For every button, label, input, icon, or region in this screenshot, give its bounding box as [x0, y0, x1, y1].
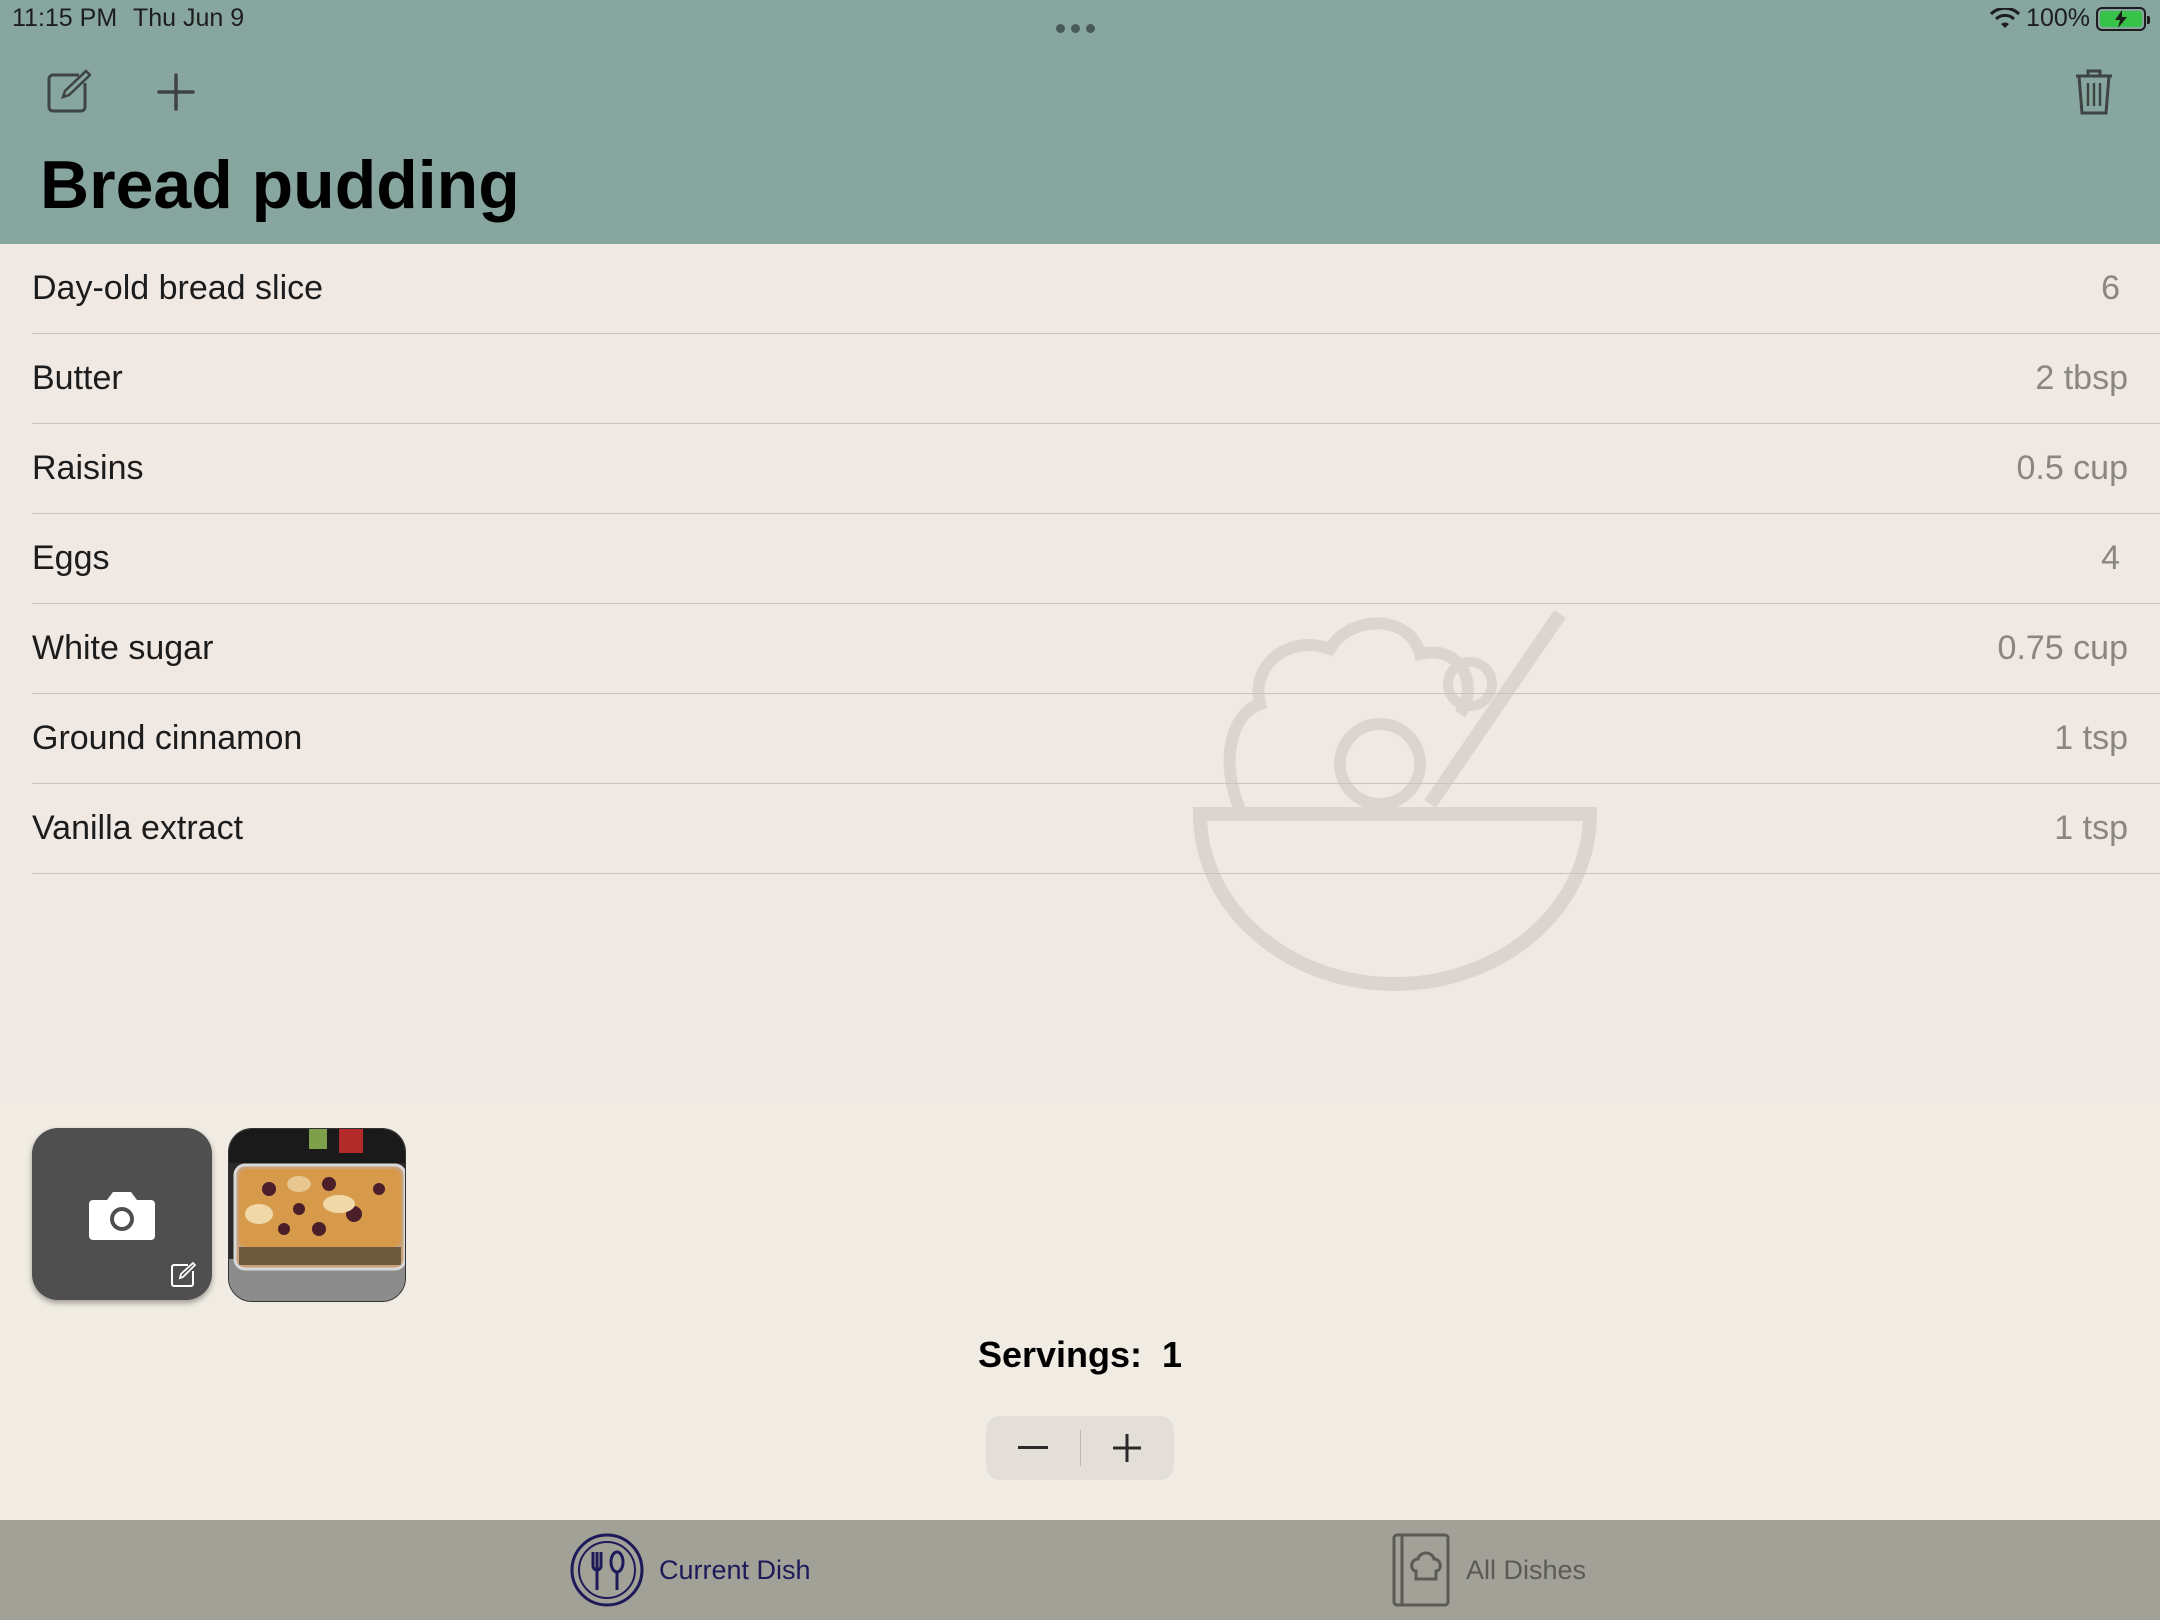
tab-current-dish[interactable]: Current Dish: [569, 1530, 811, 1610]
ingredient-name: Eggs: [32, 539, 110, 577]
utensils-icon: [570, 1533, 644, 1607]
trash-icon: [2076, 69, 2112, 115]
edit-button[interactable]: [38, 62, 98, 122]
multitasking-dots-icon[interactable]: [1056, 20, 1104, 33]
ingredient-row[interactable]: Vanilla extract 1 tsp: [32, 784, 2160, 874]
ingredient-qty: 6: [2101, 269, 2120, 307]
delete-button[interactable]: [2064, 62, 2124, 122]
add-photo-button[interactable]: [32, 1128, 212, 1300]
battery-icon: [2096, 6, 2150, 31]
servings-value: 1: [1162, 1334, 1183, 1375]
minus-icon: [1017, 1446, 1048, 1449]
ingredient-row[interactable]: Raisins 0.5 cup: [32, 424, 2160, 514]
servings-label: Servings:: [977, 1334, 1143, 1375]
header: 11:15 PM Thu Jun 9 100% Bread pudding: [0, 0, 2160, 244]
edit-icon: [171, 1262, 196, 1287]
status-right: 100%: [1990, 4, 2150, 33]
ingredient-qty: 0.75 cup: [1997, 629, 2128, 667]
ingredient-name: Raisins: [32, 449, 144, 487]
page-title: Bread pudding: [40, 147, 520, 223]
ingredient-row[interactable]: Day-old bread slice 6: [32, 244, 2160, 334]
ingredient-qty: 1 tsp: [2054, 719, 2128, 757]
decrement-button[interactable]: [986, 1416, 1080, 1480]
add-button[interactable]: [146, 62, 206, 122]
plus-icon: [157, 73, 195, 111]
ingredient-row[interactable]: Eggs 4: [32, 514, 2160, 604]
tab-label: All Dishes: [1466, 1554, 1587, 1585]
ingredient-name: Day-old bread slice: [32, 269, 324, 307]
tab-bar: Current Dish All Dishes: [0, 1520, 2160, 1620]
plus-icon: [1113, 1434, 1142, 1462]
servings-display: Servings: 1: [0, 1334, 2160, 1376]
dish-details: Servings: 1: [0, 1104, 2160, 1520]
ingredient-row[interactable]: Ground cinnamon 1 tsp: [32, 694, 2160, 784]
tab-all-dishes[interactable]: All Dishes: [1388, 1530, 1586, 1610]
ingredient-list: Day-old bread slice 6 Butter 2 tbsp Rais…: [0, 244, 2160, 1104]
ingredient-row[interactable]: Butter 2 tbsp: [32, 334, 2160, 424]
servings-stepper[interactable]: [986, 1416, 1174, 1480]
ingredient-row[interactable]: White sugar 0.75 cup: [32, 604, 2160, 694]
ingredient-name: Ground cinnamon: [32, 719, 303, 757]
status-date: Thu Jun 9: [133, 4, 245, 32]
wifi-icon: [1990, 7, 2021, 28]
increment-button[interactable]: [1081, 1416, 1175, 1480]
compose-icon: [47, 69, 91, 113]
dish-photo[interactable]: [228, 1128, 406, 1302]
camera-icon: [89, 1192, 155, 1240]
battery-percent: 100%: [2026, 4, 2090, 32]
ingredient-qty: 0.5 cup: [2016, 449, 2128, 487]
ingredient-qty: 4: [2101, 539, 2120, 577]
tab-label: Current Dish: [659, 1554, 811, 1585]
recipe-book-icon: [1392, 1533, 1450, 1607]
status-time: 11:15 PM: [12, 4, 118, 32]
ingredient-name: Butter: [32, 359, 123, 397]
ingredient-qty: 1 tsp: [2054, 809, 2128, 847]
ingredient-name: White sugar: [32, 629, 214, 667]
ingredient-qty: 2 tbsp: [2035, 359, 2128, 397]
ingredient-name: Vanilla extract: [32, 809, 244, 847]
